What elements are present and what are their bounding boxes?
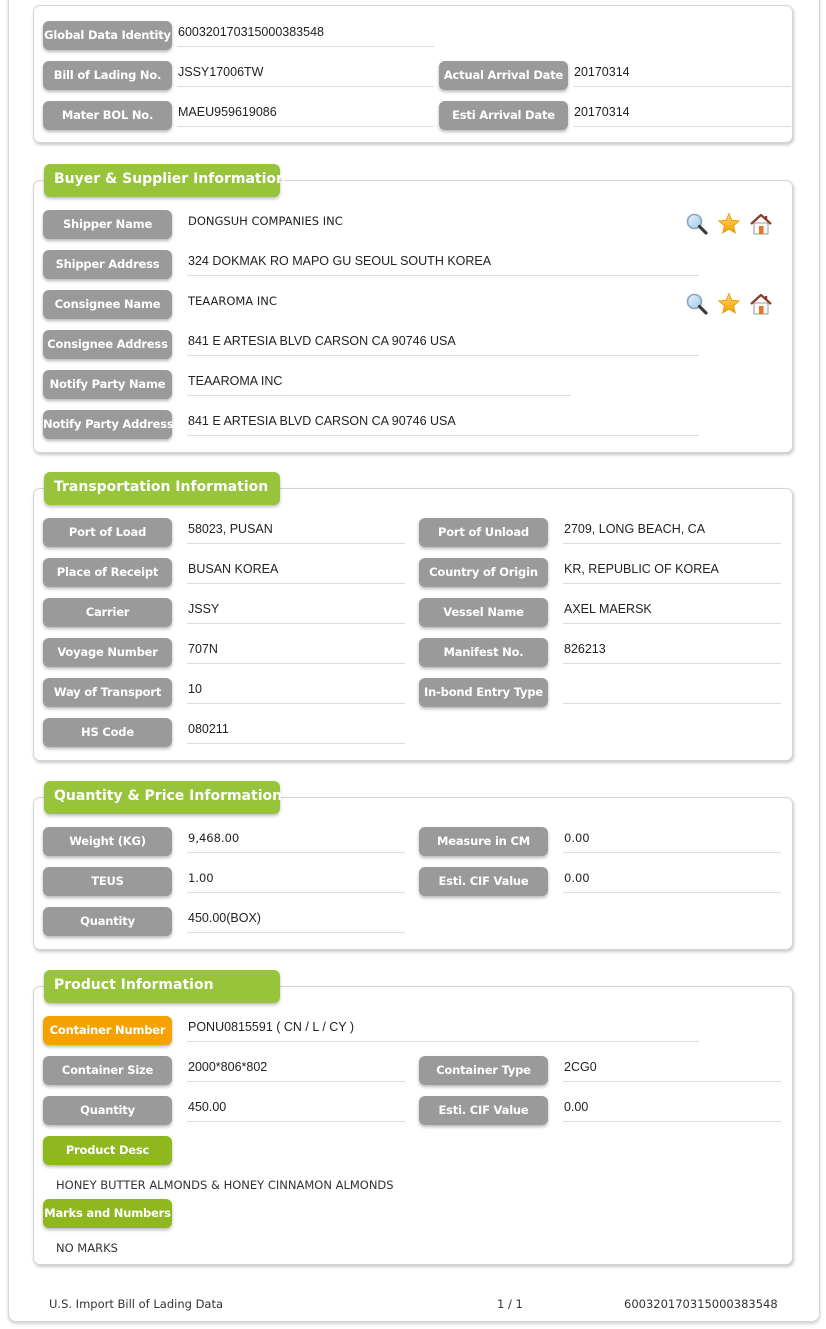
place-of-receipt-value: BUSAN KOREA: [187, 558, 405, 584]
global-data-identity-label: Global Data Identity: [43, 21, 172, 50]
inbond-entry-type-label: In-bond Entry Type: [419, 678, 548, 707]
notify-party-name-label: Notify Party Name: [43, 370, 172, 399]
master-bol-label: Mater BOL No.: [43, 101, 172, 130]
teus-label: TEUS: [43, 867, 172, 896]
shipper-actions: [685, 211, 773, 237]
notify-party-address-value: 841 E ARTESIA BLVD CARSON CA 90746 USA: [187, 410, 699, 436]
home-icon[interactable]: [749, 292, 773, 316]
home-icon[interactable]: [749, 212, 773, 236]
port-of-unload-value: 2709, LONG BEACH, CA: [563, 518, 781, 544]
consignee-address-value: 841 E ARTESIA BLVD CARSON CA 90746 USA: [187, 330, 699, 356]
shipper-name-label: Shipper Name: [43, 210, 172, 239]
product-desc-label: Product Desc: [43, 1136, 172, 1165]
carrier-value: JSSY: [187, 598, 405, 624]
voyage-number-value: 707N: [187, 638, 405, 664]
product-quantity-label: Quantity: [43, 1096, 172, 1125]
quantity-price-title: Quantity & Price Information: [44, 781, 282, 814]
hs-code-value: 080211: [187, 718, 405, 744]
marks-numbers-label: Marks and Numbers: [43, 1199, 172, 1228]
weight-label: Weight (KG): [43, 827, 172, 856]
transportation-title: Transportation Information: [44, 472, 280, 505]
way-of-transport-value: 10: [187, 678, 405, 704]
product-title: Product Information: [44, 970, 280, 1003]
carrier-label: Carrier: [43, 598, 172, 627]
actual-arrival-label: Actual Arrival Date: [439, 61, 568, 90]
shipper-address-value: 324 DOKMAK RO MAPO GU SEOUL SOUTH KOREA: [187, 250, 699, 276]
product-esti-cif-value: 0.00: [563, 1096, 781, 1122]
consignee-name-value: TEAAROMA INC: [188, 294, 277, 308]
shipper-name-value: DONGSUH COMPANIES INC: [188, 214, 343, 228]
voyage-number-label: Voyage Number: [43, 638, 172, 667]
footer-identity: 600320170315000383548: [624, 1297, 778, 1311]
consignee-name-label: Consignee Name: [43, 290, 172, 319]
product-quantity-value: 450.00: [187, 1096, 405, 1122]
esti-arrival-label: Esti Arrival Date: [439, 101, 568, 130]
quantity-label: Quantity: [43, 907, 172, 936]
teus-value: 1.00: [187, 867, 405, 893]
search-icon[interactable]: [685, 212, 709, 236]
vessel-name-value: AXEL MAERSK: [563, 598, 781, 624]
transportation-panel: Transportation Information Port of Load …: [33, 472, 793, 761]
notify-party-address-label: Notify Party Address: [43, 410, 174, 439]
place-of-receipt-label: Place of Receipt: [43, 558, 172, 587]
product-panel: Product Information Container Number PON…: [33, 970, 793, 1265]
hs-code-label: HS Code: [43, 718, 172, 747]
measure-label: Measure in CM: [419, 827, 548, 856]
bill-of-lading-label: Bill of Lading No.: [43, 61, 172, 90]
shipper-address-label: Shipper Address: [43, 250, 172, 279]
header-panel: Global Data Identity 6003201703150003835…: [33, 5, 793, 143]
product-desc-value: HONEY BUTTER ALMONDS & HONEY CINNAMON AL…: [56, 1178, 394, 1192]
footer-doc-title: U.S. Import Bill of Lading Data: [49, 1297, 224, 1311]
footer-page-number: 1 / 1: [497, 1297, 523, 1311]
country-of-origin-label: Country of Origin: [419, 558, 548, 587]
notify-party-name-value: TEAAROMA INC: [187, 370, 571, 396]
marks-numbers-value: NO MARKS: [56, 1241, 118, 1255]
container-number-value: PONU0815591 ( CN / L / CY ): [187, 1016, 699, 1042]
esti-cif-value: 0.00: [563, 867, 781, 893]
quantity-price-panel: Quantity & Price Information Weight (KG)…: [33, 781, 793, 950]
actual-arrival-value: 20170314: [573, 61, 791, 87]
buyer-supplier-title: Buyer & Supplier Information: [44, 164, 286, 197]
weight-value: 9,468.00: [187, 827, 405, 853]
product-esti-cif-label: Esti. CIF Value: [419, 1096, 548, 1125]
master-bol-value: MAEU959619086: [177, 101, 434, 127]
esti-cif-label: Esti. CIF Value: [419, 867, 548, 896]
container-size-label: Container Size: [43, 1056, 172, 1085]
measure-value: 0.00: [563, 827, 781, 853]
container-type-value: 2CG0: [563, 1056, 781, 1082]
vessel-name-label: Vessel Name: [419, 598, 548, 627]
star-icon[interactable]: [717, 292, 741, 316]
consignee-actions: [685, 291, 773, 317]
container-type-label: Container Type: [419, 1056, 548, 1085]
port-of-unload-label: Port of Unload: [419, 518, 548, 547]
consignee-address-label: Consignee Address: [43, 330, 172, 359]
esti-arrival-value: 20170314: [573, 101, 791, 127]
global-data-identity-value: 600320170315000383548: [177, 21, 434, 47]
container-size-value: 2000*806*802: [187, 1056, 405, 1082]
country-of-origin-value: KR, REPUBLIC OF KOREA: [563, 558, 781, 584]
container-number-label: Container Number: [43, 1016, 172, 1045]
way-of-transport-label: Way of Transport: [43, 678, 172, 707]
port-of-load-value: 58023, PUSAN: [187, 518, 405, 544]
manifest-no-value: 826213: [563, 638, 781, 664]
quantity-value: 450.00(BOX): [187, 907, 405, 933]
port-of-load-label: Port of Load: [43, 518, 172, 547]
buyer-supplier-panel: Buyer & Supplier Information Shipper Nam…: [33, 164, 793, 453]
search-icon[interactable]: [685, 292, 709, 316]
inbond-entry-type-value: [563, 678, 781, 704]
bill-of-lading-value: JSSY17006TW: [177, 61, 434, 87]
star-icon[interactable]: [717, 212, 741, 236]
manifest-no-label: Manifest No.: [419, 638, 548, 667]
